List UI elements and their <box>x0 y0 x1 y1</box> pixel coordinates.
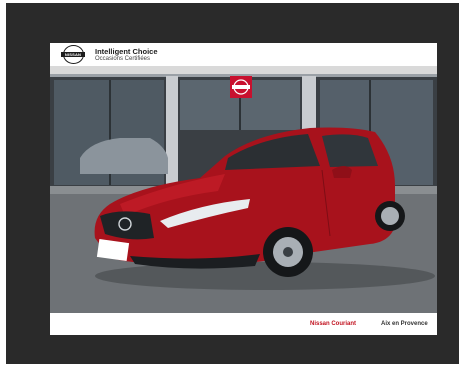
car-shadow <box>95 262 435 290</box>
dealer-name: Nissan Couriant <box>310 321 357 327</box>
logo-text: NISSAN <box>61 52 85 57</box>
nissan-logo: NISSAN <box>61 45 85 64</box>
brand-title: Intelligent Choice <box>95 47 158 56</box>
dealer-city: Aix en Provence <box>381 321 428 327</box>
brand-subtitle: Occasions Certifiées <box>95 56 151 62</box>
showroom-signband <box>50 66 437 74</box>
photo-frame: NISSAN Intelligent Choice Occasions Cert… <box>6 3 459 364</box>
brand-header: NISSAN Intelligent Choice Occasions Cert… <box>50 43 437 66</box>
car-photo <box>50 66 437 313</box>
listing-photo[interactable]: NISSAN Intelligent Choice Occasions Cert… <box>50 43 437 335</box>
dealer-footer: Nissan Couriant Aix en Provence <box>50 313 437 335</box>
